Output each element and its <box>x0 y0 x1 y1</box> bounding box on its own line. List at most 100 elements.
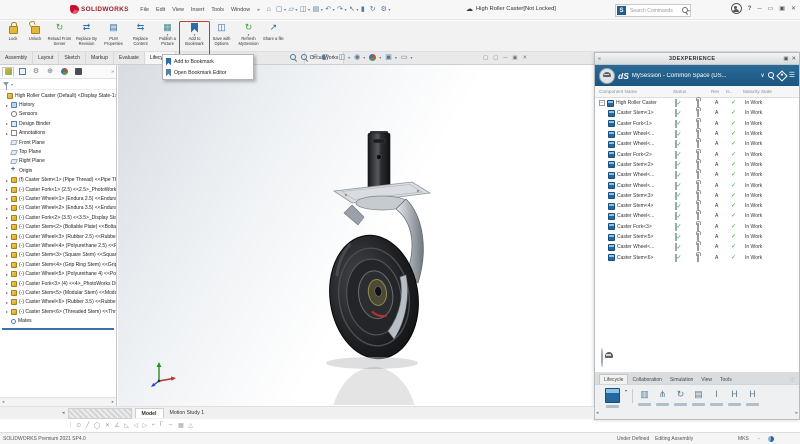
menu-item[interactable]: Insert <box>191 7 204 13</box>
toolbar-scroll-right-icon[interactable]: ▸ <box>795 410 798 416</box>
pane-icon[interactable]: ▭ <box>768 6 774 12</box>
feature-tree-item[interactable]: ▸ (-) Caster Stem<5> (Modular Stem) <<Mo… <box>0 288 116 297</box>
feature-tree-item[interactable]: ▸ History <box>0 100 116 109</box>
col-maturity-state[interactable]: Maturity State <box>743 89 799 94</box>
publish-a-picture-button[interactable]: ▦ ▾ Publish a Picture <box>154 21 181 46</box>
tab-property-manager[interactable] <box>16 67 28 77</box>
feature-tree-item[interactable]: ▸ (-) Caster Stem<3> (Square Stem) <<Squ… <box>0 251 116 260</box>
component-row[interactable]: − Caster Wheel<... A ✓ In Work <box>595 242 799 252</box>
tab-cam[interactable] <box>72 67 84 77</box>
refresh-mysession-button[interactable]: ↻ ▾ Refresh MySession <box>235 21 262 46</box>
lock-button[interactable]: Lock <box>2 21 24 42</box>
sketch-tool-icon[interactable]: ◺ <box>124 422 129 429</box>
col-rev[interactable]: Rev <box>711 89 726 94</box>
session-chevron-icon[interactable]: ∨ <box>760 73 764 79</box>
feature-tree-item[interactable]: ▸ (-) Caster Wheel<3> (Rubber 2.5) <<Rub… <box>0 232 116 241</box>
feature-tree-item[interactable]: ▸ (f) Caster Stem<1> (Pipe Thread) <<Pip… <box>0 176 116 185</box>
user-avatar[interactable] <box>599 68 615 84</box>
display-style-caret-icon[interactable]: ▾ <box>348 55 350 60</box>
replace-content-button[interactable]: ⇆ Replace Content <box>127 21 154 46</box>
feature-tree-item[interactable]: Origin <box>0 166 116 175</box>
minimize-icon[interactable]: ─ <box>757 6 761 12</box>
col-component-name[interactable]: Component Name <box>599 89 673 94</box>
add-to-bookmark-button[interactable]: ▾ Add to Bookmark <box>181 21 208 46</box>
rebuild-icon[interactable]: ↻ <box>370 6 376 13</box>
float-panel-icon[interactable]: ▣ <box>783 56 788 62</box>
open-caret-icon[interactable]: ▾ <box>295 7 297 12</box>
feature-tree-item[interactable]: Sensors <box>0 110 116 119</box>
sketch-tool-icon[interactable]: ⌐ <box>152 422 156 429</box>
component-row[interactable]: − Caster Wheel<... A ✓ In Work <box>595 170 799 180</box>
search-icon[interactable] <box>682 7 689 14</box>
feature-tree-item[interactable]: ▸ (-) Caster Fork<2> (3.5) <<3.5>_Displa… <box>0 213 116 222</box>
tool-button-7[interactable]: Η <box>746 388 759 406</box>
tab-configuration-manager[interactable]: ⚙ <box>30 67 42 77</box>
doc-close-icon[interactable]: ✕ <box>523 55 528 61</box>
sketch-tool-icon[interactable]: ▦ <box>178 422 184 429</box>
component-row[interactable]: − Caster Stem<6> A ✓ In Work <box>595 252 799 262</box>
scroll-right-icon[interactable]: ▸ <box>112 399 114 405</box>
doc-cascade-icon[interactable]: ▢ <box>483 55 488 61</box>
status-3dexperience-icon[interactable] <box>768 436 774 442</box>
feature-tree-item[interactable]: ▸ (-) Caster Stem<4> (Grip Ring Stem) <<… <box>0 260 116 269</box>
replace-by-revision-button[interactable]: ⇄ Replace By Revision <box>73 21 100 46</box>
col-status[interactable]: Status <box>673 89 711 94</box>
section-view-icon[interactable]: ◧ <box>322 54 329 61</box>
select-icon[interactable]: ↖ <box>349 6 355 13</box>
favorites-heart-icon[interactable]: ♡ <box>790 377 795 384</box>
menu-item[interactable]: View <box>172 7 184 13</box>
hide-show-caret-icon[interactable]: ▾ <box>363 55 365 60</box>
menu-item[interactable]: Edit <box>156 7 165 13</box>
feature-tree-item[interactable]: ▸ (-) Caster Fork<3> (4) <<4>_PhotoWorks… <box>0 279 116 288</box>
menu-item[interactable]: Window <box>231 7 250 13</box>
zoom-area-icon[interactable] <box>301 54 308 61</box>
sketch-tool-icon[interactable]: Γ <box>160 422 163 429</box>
menu-item[interactable]: File <box>140 7 149 13</box>
print-icon[interactable]: ▤ <box>313 6 320 13</box>
menu-item-add-to-bookmark[interactable]: Add to Bookmark <box>163 56 253 67</box>
feature-tree-item[interactable]: ▸ (-) Caster Stem<6> (Threaded Stem) <<T… <box>0 307 116 316</box>
command-tab[interactable]: Evaluate <box>114 52 145 64</box>
bar-icon[interactable]: ▮ <box>361 6 365 13</box>
sketch-tool-icon[interactable]: ⇔ <box>168 422 174 429</box>
feature-tree-item[interactable]: ▸ (-) Caster Wheel<6> (Rubber 3.5) <<Rub… <box>0 298 116 307</box>
command-tab[interactable]: Assembly <box>0 52 33 64</box>
zoom-fit-icon[interactable] <box>290 54 297 61</box>
component-row[interactable]: − Caster Wheel<... A ✓ In Work <box>595 139 799 149</box>
share-a-file-button[interactable]: ↗ Share a file <box>262 21 285 42</box>
sketch-tool-icon[interactable]: ✕ <box>105 422 110 429</box>
view-settings-caret-icon[interactable]: ▾ <box>411 55 413 60</box>
graphics-viewport[interactable] <box>118 65 594 406</box>
restore-icon[interactable]: ▣ <box>779 6 785 12</box>
feature-tree-item[interactable]: ▸ (-) Caster Wheel<4> (Polyurethane 2.5)… <box>0 241 116 250</box>
assistant-avatar[interactable] <box>601 349 603 367</box>
redo-caret-icon[interactable]: ▾ <box>344 7 346 12</box>
splitter-sash[interactable] <box>68 408 132 419</box>
tree-filter-bar[interactable]: ▾ <box>0 79 116 90</box>
document-tab[interactable]: Motion Study 1 <box>164 409 211 418</box>
pin-icon[interactable]: ▸ <box>258 7 261 13</box>
panel-tab[interactable]: Simulation <box>666 375 697 384</box>
tab-scroll-icon[interactable]: ◂ <box>62 410 65 416</box>
appearance-icon[interactable] <box>369 54 376 61</box>
tab-dimxpert[interactable]: ⊕ <box>44 67 56 77</box>
panel-tab[interactable]: View <box>697 375 716 384</box>
feature-tree-item[interactable]: Front Plane <box>0 138 116 147</box>
save-with-options-button[interactable]: ◫ Save with Options <box>208 21 235 46</box>
unlock-button[interactable]: Unlock <box>24 21 46 42</box>
previous-view-icon[interactable]: ↶ <box>312 54 318 61</box>
scroll-left-icon[interactable]: ◂ <box>2 399 4 405</box>
panel-tab[interactable]: Tools <box>716 375 736 384</box>
feature-tree-item[interactable]: ▸ Design Binder <box>0 119 116 128</box>
doc-minimize-icon[interactable]: ─ <box>503 55 507 61</box>
feature-tree-item[interactable]: ▸ (-) Caster Wheel<1> (Endura 2.5) <<End… <box>0 194 116 203</box>
insert-component-button[interactable] <box>605 388 620 408</box>
sketch-tool-icon[interactable]: ⊙ <box>76 422 81 429</box>
document-tab[interactable]: Model <box>135 408 164 418</box>
sketch-tool-icon[interactable]: ╱ <box>86 422 90 429</box>
sketch-tool-icon[interactable]: ◁ <box>133 422 138 429</box>
tool-button-6[interactable]: Η <box>728 388 741 406</box>
doc-tile-icon[interactable]: ▢ <box>493 55 498 61</box>
options-icon[interactable]: ⚙ <box>381 6 387 13</box>
tool-button-1[interactable]: ▥ <box>638 388 651 406</box>
